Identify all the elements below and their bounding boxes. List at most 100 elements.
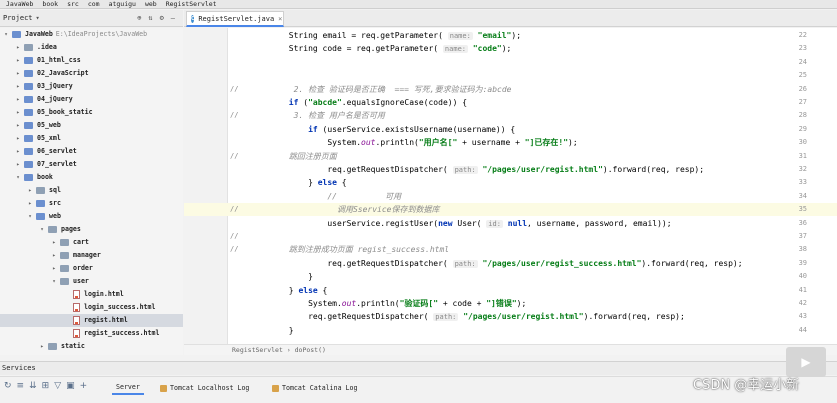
breadcrumb-item[interactable]: src [67, 0, 79, 8]
code-line[interactable]: } [231, 270, 313, 283]
code-line[interactable]: System.out.println("用户名[" + username + "… [231, 136, 577, 149]
code-line[interactable]: if ("abcde".equalsIgnoreCase(code)) { [231, 96, 467, 109]
chevron-down-icon[interactable]: ▾ [14, 171, 22, 184]
breadcrumb-item[interactable]: atguigu [109, 0, 136, 8]
chevron-right-icon[interactable]: ▸ [14, 80, 22, 93]
code-line[interactable]: if (userService.existsUsername(username)… [231, 123, 515, 136]
breadcrumb-item[interactable]: book [42, 0, 58, 8]
add-icon[interactable]: + [80, 381, 88, 391]
chevron-right-icon[interactable]: ▸ [14, 93, 22, 106]
code-line[interactable]: String email = req.getParameter( name: "… [231, 29, 521, 43]
code-line[interactable]: } else { [231, 284, 328, 297]
code-line[interactable]: req.getRequestDispatcher( path: "/pages/… [231, 310, 685, 324]
tree-item[interactable]: ▸ 05_xml [0, 132, 183, 145]
tab-tomcat-catalina-log[interactable]: Tomcat Catalina Log [268, 381, 361, 395]
chevron-right-icon[interactable]: ▸ [50, 236, 58, 249]
folder-icon [24, 161, 33, 168]
code-line[interactable]: } [231, 324, 294, 337]
project-tree[interactable]: ▾ JavaWeb E:\IdeaProjects\JavaWeb ▸ .idea ▸ 01… [0, 28, 183, 355]
chevron-right-icon[interactable]: ▸ [38, 340, 46, 353]
chevron-right-icon[interactable]: ▸ [14, 132, 22, 145]
tree-item[interactable]: regist.html [0, 314, 183, 327]
tree-item[interactable]: ▾ user [0, 275, 183, 288]
code-line[interactable]: 跳到注册成功页面 regist_success.html [231, 243, 449, 256]
layout-icon[interactable]: ▣ [66, 381, 75, 391]
collapse-icon[interactable]: ⇅ [148, 14, 152, 22]
tree-item[interactable]: ▸ 03_jQuery [0, 80, 183, 93]
code-line[interactable]: String code = req.getParameter( name: "c… [231, 42, 511, 56]
tree-item[interactable]: ▸ 02_JavaScript [0, 67, 183, 80]
filter-icon[interactable]: ▽ [54, 381, 61, 391]
chevron-right-icon[interactable]: ▸ [26, 184, 34, 197]
refresh-icon[interactable]: ↻ [4, 381, 12, 391]
folder-icon [24, 109, 33, 116]
tree-item[interactable]: ▸ static [0, 340, 183, 353]
tree-item[interactable]: ▸ .idea [0, 41, 183, 54]
chevron-right-icon[interactable]: ▸ [14, 67, 22, 80]
code-line[interactable]: } else { [231, 176, 347, 189]
folder-icon [12, 31, 21, 38]
tree-item[interactable]: ▾ JavaWeb E:\IdeaProjects\JavaWeb [0, 28, 183, 41]
chevron-right-icon[interactable]: ▸ [50, 262, 58, 275]
tree-item[interactable]: ▸ src [0, 197, 183, 210]
chevron-down-icon[interactable]: ▾ [50, 275, 58, 288]
chevron-down-icon[interactable]: ▾ [38, 223, 46, 236]
chevron-right-icon[interactable]: ▸ [14, 119, 22, 132]
expand-icon[interactable]: ≡ [17, 381, 25, 391]
group-icon[interactable]: ⊞ [42, 381, 50, 391]
tree-item[interactable]: regist_success.html [0, 327, 183, 340]
tree-item[interactable]: ▾ web [0, 210, 183, 223]
chevron-right-icon[interactable]: ▸ [14, 158, 22, 171]
tree-item[interactable]: ▾ pages [0, 223, 183, 236]
breadcrumb-item[interactable]: com [88, 0, 100, 8]
method-breadcrumb[interactable]: RegistServlet › doPost() [184, 344, 837, 355]
tab-regist-servlet[interactable]: C RegistServlet.java × [186, 11, 284, 27]
breadcrumb-item[interactable]: web [145, 0, 157, 8]
tab-tomcat-localhost-log[interactable]: Tomcat Localhost Log [156, 381, 253, 395]
tree-item[interactable]: ▸ 04_jQuery [0, 93, 183, 106]
chevron-down-icon[interactable]: ▾ [26, 210, 34, 223]
locate-icon[interactable]: ⊕ [137, 14, 141, 22]
code-line[interactable]: 2. 检查 验证码是否正确 === 写死,要求验证码为:abcde [231, 83, 512, 96]
tree-item[interactable]: ▸ 06_servlet [0, 145, 183, 158]
tree-item[interactable]: login_success.html [0, 301, 183, 314]
chevron-down-icon[interactable]: ▾ [36, 14, 40, 22]
play-icon[interactable]: ▶ [786, 347, 826, 377]
tree-item[interactable]: ▸ cart [0, 236, 183, 249]
chevron-right-icon[interactable]: ▸ [14, 54, 22, 67]
code-line[interactable]: req.getRequestDispatcher( path: "/pages/… [231, 163, 704, 177]
project-view-selector[interactable]: Project [3, 14, 33, 22]
chevron-right-icon[interactable]: ▸ [14, 106, 22, 119]
close-icon[interactable]: × [278, 15, 282, 23]
code-line[interactable]: System.out.println("验证码[" + code + "]错误"… [231, 297, 526, 310]
tree-item[interactable]: login.html [0, 288, 183, 301]
chevron-right-icon[interactable]: ▸ [14, 145, 22, 158]
minimize-icon[interactable]: – [171, 14, 175, 22]
code-line[interactable]: req.getRequestDispatcher( path: "/pages/… [231, 257, 743, 271]
breadcrumb-item[interactable]: RegistServlet [166, 0, 217, 8]
tree-item[interactable]: ▸ sql [0, 184, 183, 197]
code-line[interactable]: 跳回注册页面 [231, 150, 337, 163]
gear-icon[interactable]: ⚙ [160, 14, 164, 22]
chevron-down-icon[interactable]: ▾ [2, 28, 10, 41]
collapse-icon[interactable]: ⇊ [29, 381, 37, 391]
code-line[interactable]: userService.registUser(new User( id: nul… [231, 217, 672, 231]
chevron-right-icon[interactable]: ▸ [38, 353, 46, 355]
tree-item[interactable]: ▸ 07_servlet [0, 158, 183, 171]
tree-item[interactable]: ▸ 05_book_static [0, 106, 183, 119]
code-editor[interactable]: I 22 String email = req.getParameter( na… [184, 28, 837, 344]
tree-item[interactable]: ▸ 05_web [0, 119, 183, 132]
tree-item[interactable]: ▾ book [0, 171, 183, 184]
code-line[interactable]: 3. 检查 用户名是否可用 [231, 109, 385, 122]
tree-item[interactable]: ▸ WEB-INF [0, 353, 183, 355]
chevron-right-icon[interactable]: ▸ [26, 197, 34, 210]
tab-server[interactable]: Server [112, 381, 144, 395]
tree-item[interactable]: ▸ manager [0, 249, 183, 262]
tree-item[interactable]: ▸ 01_html_css [0, 54, 183, 67]
chevron-right-icon[interactable]: ▸ [50, 249, 58, 262]
chevron-right-icon[interactable]: ▸ [14, 41, 22, 54]
breadcrumb-item[interactable]: JavaWeb [6, 0, 33, 8]
tree-item[interactable]: ▸ order [0, 262, 183, 275]
code-line[interactable]: // 可用 [231, 190, 401, 203]
code-line[interactable]: 调用Sservice保存到数据库 [231, 203, 440, 216]
